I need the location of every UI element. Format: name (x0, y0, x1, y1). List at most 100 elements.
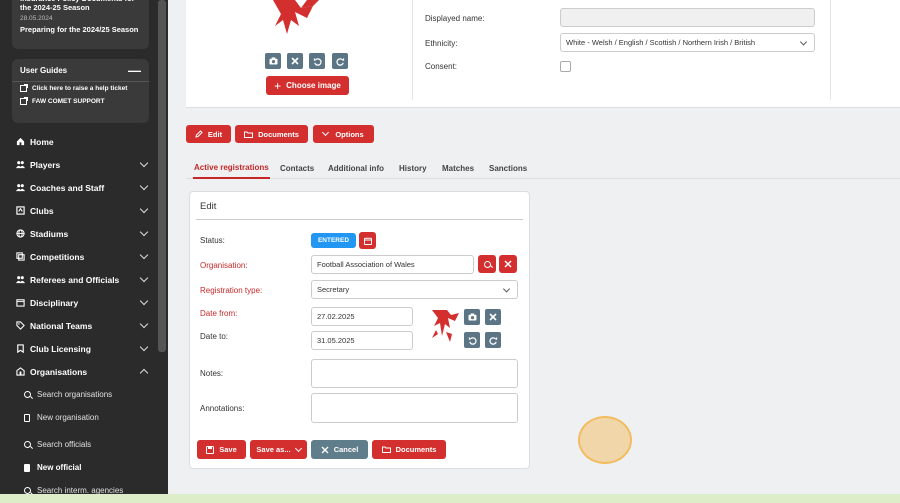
camera-button[interactable] (265, 53, 281, 69)
sidebar-item-organisations[interactable]: Organisations (0, 360, 156, 383)
players-icon (16, 160, 25, 169)
sidebar-item-clubs[interactable]: Clubs (0, 199, 156, 222)
tab-history[interactable]: History (399, 157, 427, 179)
save-as-button[interactable]: Save as... (250, 440, 307, 459)
options-button[interactable]: Options (313, 125, 374, 143)
referees-icon (16, 275, 25, 284)
rotate-right-icon (335, 57, 344, 66)
sidebar-item-label: National Teams (30, 320, 93, 331)
tab-matches[interactable]: Matches (442, 157, 474, 179)
choose-image-button[interactable]: + Choose image (266, 76, 349, 95)
close-icon (504, 260, 512, 268)
bottom-status-bar (0, 494, 900, 503)
sidebar-item-referees[interactable]: Referees and Officials (0, 268, 156, 291)
chevron-down-icon (139, 319, 149, 329)
notes-textarea[interactable] (311, 359, 518, 388)
chevron-down-icon (139, 181, 149, 191)
comet-support-label: FAW COMET SUPPORT (32, 98, 105, 105)
rotate-left-button[interactable] (309, 53, 325, 69)
sidebar-item-players[interactable]: Players (0, 153, 156, 176)
save-button[interactable]: Save (197, 440, 246, 459)
collapse-icon[interactable]: — (128, 64, 141, 77)
ethnicity-select[interactable]: White - Welsh / English / Scottish / Nor… (560, 33, 815, 52)
sidebar-subitem-new-organisation[interactable]: New organisation (0, 406, 156, 429)
comet-support-link[interactable]: FAW COMET SUPPORT (12, 95, 149, 108)
disciplinary-icon (16, 298, 25, 307)
chevron-down-icon (139, 158, 149, 168)
tab-contacts[interactable]: Contacts (280, 157, 314, 179)
sidebar-subitem-search-officials[interactable]: Search officials (0, 433, 156, 456)
sidebar-subitem-label: Search officials (37, 440, 92, 449)
sidebar-scrollbar[interactable] (158, 0, 166, 352)
documents-button[interactable]: Documents (235, 125, 308, 143)
sidebar-item-label: Players (30, 159, 61, 170)
sidebar-subitem-new-official[interactable]: New official (0, 456, 156, 479)
chevron-down-icon (139, 227, 149, 237)
date-from-input[interactable]: 27.02.2025 (311, 307, 413, 326)
user-guides-title: User Guides (20, 66, 68, 75)
sidebar-subitem-search-organisations[interactable]: Search organisations (0, 383, 156, 406)
camera-button[interactable] (464, 309, 480, 325)
sidebar-item-label: Coaches and Staff (30, 182, 105, 193)
camera-icon (468, 313, 476, 321)
consent-checkbox[interactable] (560, 61, 571, 72)
organisation-clear-button[interactable] (499, 255, 517, 273)
rotate-right-button[interactable] (332, 53, 348, 69)
sidebar: Insurance Policy Documents for the 2024-… (0, 0, 168, 503)
tab-bar: Active registrations Contacts Additional… (186, 157, 900, 179)
home-icon (16, 137, 25, 146)
organisations-icon (16, 367, 25, 376)
sidebar-item-national-teams[interactable]: National Teams (0, 314, 156, 337)
user-guides-header[interactable]: User Guides — (12, 59, 149, 82)
registration-documents-button[interactable]: Documents (372, 440, 446, 459)
registration-type-select[interactable]: Secretary (311, 280, 518, 299)
annotations-label: Annotations: (200, 404, 245, 413)
annotations-textarea[interactable] (311, 393, 518, 423)
sidebar-subitem-label: New official (37, 463, 82, 472)
rotate-right-button[interactable] (485, 332, 501, 348)
remove-image-button[interactable] (485, 309, 501, 325)
sidebar-item-home[interactable]: Home (0, 130, 156, 153)
close-icon (321, 446, 329, 453)
edit-button[interactable]: Edit (186, 125, 231, 143)
organisation-search-button[interactable] (478, 255, 496, 273)
organisation-input[interactable]: Football Association of Wales (311, 255, 474, 274)
sidebar-item-stadiums[interactable]: Stadiums (0, 222, 156, 245)
remove-image-button[interactable] (287, 53, 303, 69)
folder-icon (381, 446, 391, 453)
cancel-button[interactable]: Cancel (311, 440, 368, 459)
edit-card-title: Edit (200, 201, 217, 212)
faw-dragon-logo (273, 0, 319, 34)
status-calendar-button[interactable] (359, 232, 376, 249)
sidebar-item-label: Stadiums (30, 228, 69, 239)
news-card[interactable]: Insurance Policy Documents for the 2024-… (12, 0, 149, 49)
news-title[interactable]: Insurance Policy Documents for the 2024-… (20, 0, 141, 12)
chevron-down-icon (294, 444, 302, 452)
chevron-down-icon (139, 204, 149, 214)
cancel-label: Cancel (333, 445, 359, 454)
tag-icon (16, 321, 25, 330)
sidebar-item-competitions[interactable]: Competitions (0, 245, 156, 268)
clubs-icon (16, 206, 25, 215)
news-title-2[interactable]: Preparing for the 2024/25 Season (20, 25, 141, 34)
divider (196, 219, 523, 220)
sidebar-item-label: Club Licensing (30, 343, 91, 354)
rotate-left-button[interactable] (464, 332, 480, 348)
registration-type-value: Secretary (317, 285, 350, 294)
displayed-name-input[interactable] (560, 8, 815, 27)
tab-active-registrations[interactable]: Active registrations (193, 157, 270, 179)
main-content: + Choose image Displayed name: Ethnicity… (168, 0, 900, 503)
edit-registration-card: Edit Status: ENTERED Organisation: Footb… (189, 191, 530, 469)
tab-additional-info[interactable]: Additional info (328, 157, 384, 179)
help-ticket-link[interactable]: Click here to raise a help ticket (12, 82, 149, 95)
sidebar-item-disciplinary[interactable]: Disciplinary (0, 291, 156, 314)
sidebar-nav: Home Players Coaches and Staff Clubs Sta… (0, 130, 156, 502)
tab-sanctions[interactable]: Sanctions (489, 157, 527, 179)
displayed-name-label: Displayed name: (425, 14, 485, 23)
user-guides-card: User Guides — Click here to raise a help… (12, 59, 149, 123)
sidebar-item-club-licensing[interactable]: Club Licensing (0, 337, 156, 360)
date-to-input[interactable]: 31.05.2025 (311, 331, 413, 350)
calendar-icon (363, 237, 372, 245)
sidebar-item-coaches[interactable]: Coaches and Staff (0, 176, 156, 199)
close-icon (489, 313, 497, 321)
